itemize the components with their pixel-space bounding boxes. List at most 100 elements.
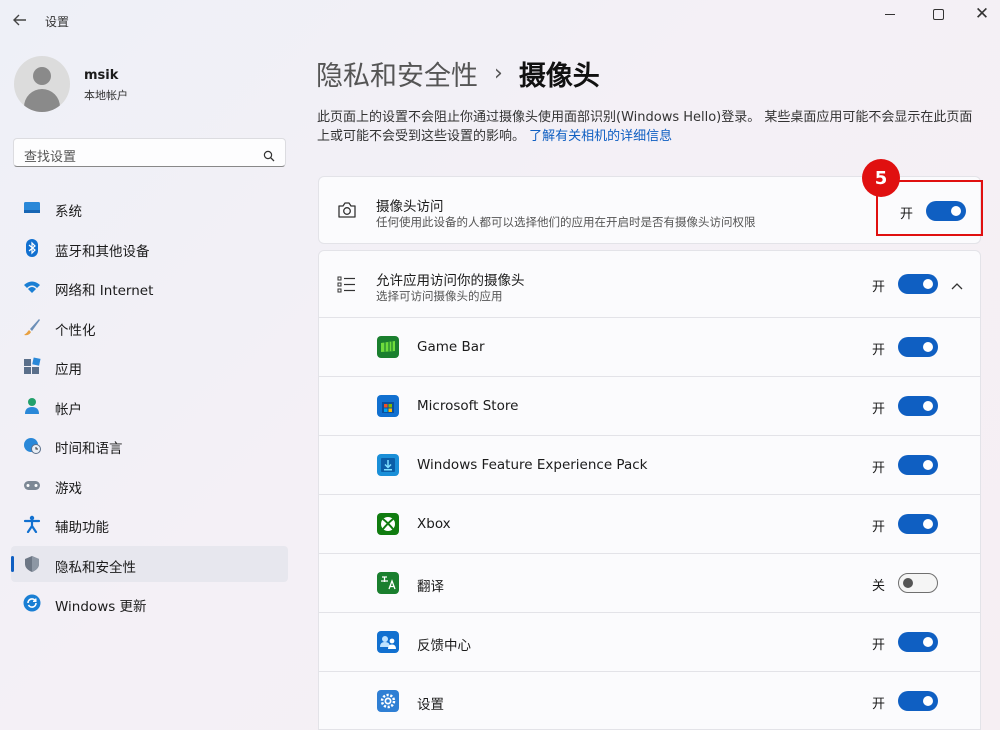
avatar[interactable] [14, 56, 70, 112]
avatar-body [24, 89, 60, 112]
user-name: msik [84, 68, 119, 83]
page-description: 此页面上的设置不会阻止你通过摄像头使用面部识别(Windows Hello)登录… [317, 108, 979, 146]
avatar-head [33, 67, 51, 85]
breadcrumb-separator: › [494, 61, 503, 86]
camera-icon [337, 201, 357, 221]
sidebar-item-time-language[interactable]: 时间和语言 [11, 427, 288, 463]
sidebar-item-system[interactable]: 系统 [11, 190, 288, 226]
app-access-toggle[interactable] [898, 274, 938, 294]
app-access-group-header[interactable]: 允许应用访问你的摄像头 选择可访问摄像头的应用 开 [318, 250, 981, 318]
search-input[interactable]: 查找设置 [13, 138, 286, 167]
sidebar-item-label: 游戏 [55, 480, 82, 497]
back-arrow-icon[interactable] [10, 8, 30, 32]
app-access-toggle[interactable] [898, 514, 938, 534]
app-access-toggle[interactable] [898, 455, 938, 475]
app-access-subtitle: 选择可访问摄像头的应用 [376, 289, 503, 303]
sidebar-item-label: 时间和语言 [55, 441, 123, 457]
camera-access-subtitle: 任何使用此设备的人都可以选择他们的应用在开启时是否有摄像头访问权限 [376, 215, 756, 229]
sidebar-item-network[interactable]: 网络和 Internet [11, 269, 288, 305]
toggle-knob [923, 637, 933, 647]
app-access-title: 允许应用访问你的摄像头 [376, 273, 525, 289]
accessibility-icon [23, 515, 41, 534]
app-name: 翻译 [417, 579, 444, 595]
search-placeholder: 查找设置 [24, 150, 77, 165]
account-icon [23, 397, 41, 415]
game-bar-icon [377, 336, 399, 358]
sidebar-item-label: 帐户 [55, 401, 82, 418]
toggle-knob [923, 401, 933, 411]
sidebar-item-accessibility[interactable]: 辅助功能 [11, 506, 288, 542]
bluetooth-icon [23, 238, 41, 257]
sidebar-item-apps[interactable]: 应用 [11, 348, 288, 384]
sidebar-item-label: 网络和 Internet [55, 283, 154, 299]
list-item: 反馈中心 开 [318, 613, 981, 672]
close-icon: ✕ [974, 3, 990, 24]
learn-more-link[interactable]: 了解有关相机的详细信息 [529, 129, 672, 144]
minimize-icon [885, 13, 895, 15]
apps-icon [23, 357, 41, 375]
sidebar-item-label: 蓝牙和其他设备 [55, 243, 150, 260]
app-title: 设置 [45, 15, 70, 29]
sidebar-item-bluetooth[interactable]: 蓝牙和其他设备 [11, 230, 288, 266]
microsoft-store-icon [377, 395, 399, 417]
sidebar-nav: 系统 蓝牙和其他设备 网络和 Internet 个性化 应用 帐户 时间和语言 … [11, 190, 288, 625]
minimize-button[interactable] [872, 2, 908, 26]
camera-access-title: 摄像头访问 [376, 199, 444, 215]
sidebar-item-windows-update[interactable]: Windows 更新 [11, 585, 288, 621]
breadcrumb-parent[interactable]: 隐私和安全性 [316, 54, 478, 93]
app-state-label: 关 [872, 579, 886, 594]
globe-clock-icon [23, 436, 41, 454]
sidebar-item-label: 应用 [55, 362, 82, 378]
breadcrumb: 隐私和安全性 › 摄像头 [316, 54, 600, 93]
app-access-toggle[interactable] [898, 396, 938, 416]
sidebar-item-label: 系统 [55, 204, 82, 220]
list-item: Windows Feature Experience Pack 开 [318, 436, 981, 495]
toggle-knob [923, 279, 933, 289]
app-name: Microsoft Store [417, 398, 519, 414]
app-state-label: 开 [872, 461, 886, 476]
brush-icon [23, 318, 41, 336]
feedback-hub-icon [377, 631, 399, 653]
sidebar-item-personalization[interactable]: 个性化 [11, 309, 288, 345]
update-icon [23, 594, 41, 612]
app-access-toggle[interactable] [898, 691, 938, 711]
app-access-toggle[interactable] [898, 337, 938, 357]
active-indicator [11, 555, 14, 572]
sidebar-item-privacy-security[interactable]: 隐私和安全性 [11, 545, 288, 582]
maximize-button[interactable] [920, 2, 956, 26]
list-icon [337, 275, 357, 295]
list-item: 翻译 关 [318, 554, 981, 613]
title-bar: 设置 ✕ [0, 0, 1000, 42]
sidebar-item-accounts[interactable]: 帐户 [11, 388, 288, 424]
annotation-step-badge: 5 [862, 159, 900, 197]
maximize-icon [932, 8, 944, 20]
toggle-knob [923, 696, 933, 706]
app-access-toggle[interactable] [898, 632, 938, 652]
app-state-label: 开 [872, 638, 886, 653]
sidebar-item-label: 隐私和安全性 [55, 559, 136, 576]
list-item: 设置 开 [318, 672, 981, 730]
feature-pack-icon [377, 454, 399, 476]
app-state-label: 开 [872, 520, 886, 535]
app-state-label: 开 [872, 343, 886, 358]
app-name: Game Bar [417, 339, 485, 355]
settings-app-icon [377, 690, 399, 712]
app-access-state: 开 [872, 280, 886, 295]
page-title: 摄像头 [518, 61, 600, 92]
shield-icon [23, 555, 41, 573]
toggle-knob [923, 519, 933, 529]
chevron-up-icon[interactable] [951, 275, 963, 294]
xbox-icon [377, 513, 399, 535]
app-name: 反馈中心 [417, 638, 471, 654]
toggle-knob [903, 578, 913, 588]
list-item: Xbox 开 [318, 495, 981, 554]
sidebar-item-label: 辅助功能 [55, 520, 109, 536]
list-item: Microsoft Store 开 [318, 377, 981, 436]
search-icon [263, 147, 275, 166]
close-button[interactable]: ✕ [964, 2, 1000, 26]
wifi-icon [23, 278, 41, 296]
sidebar-item-gaming[interactable]: 游戏 [11, 467, 288, 503]
app-access-toggle[interactable] [898, 573, 938, 593]
app-state-label: 开 [872, 697, 886, 712]
app-name: Windows Feature Experience Pack [417, 457, 648, 473]
